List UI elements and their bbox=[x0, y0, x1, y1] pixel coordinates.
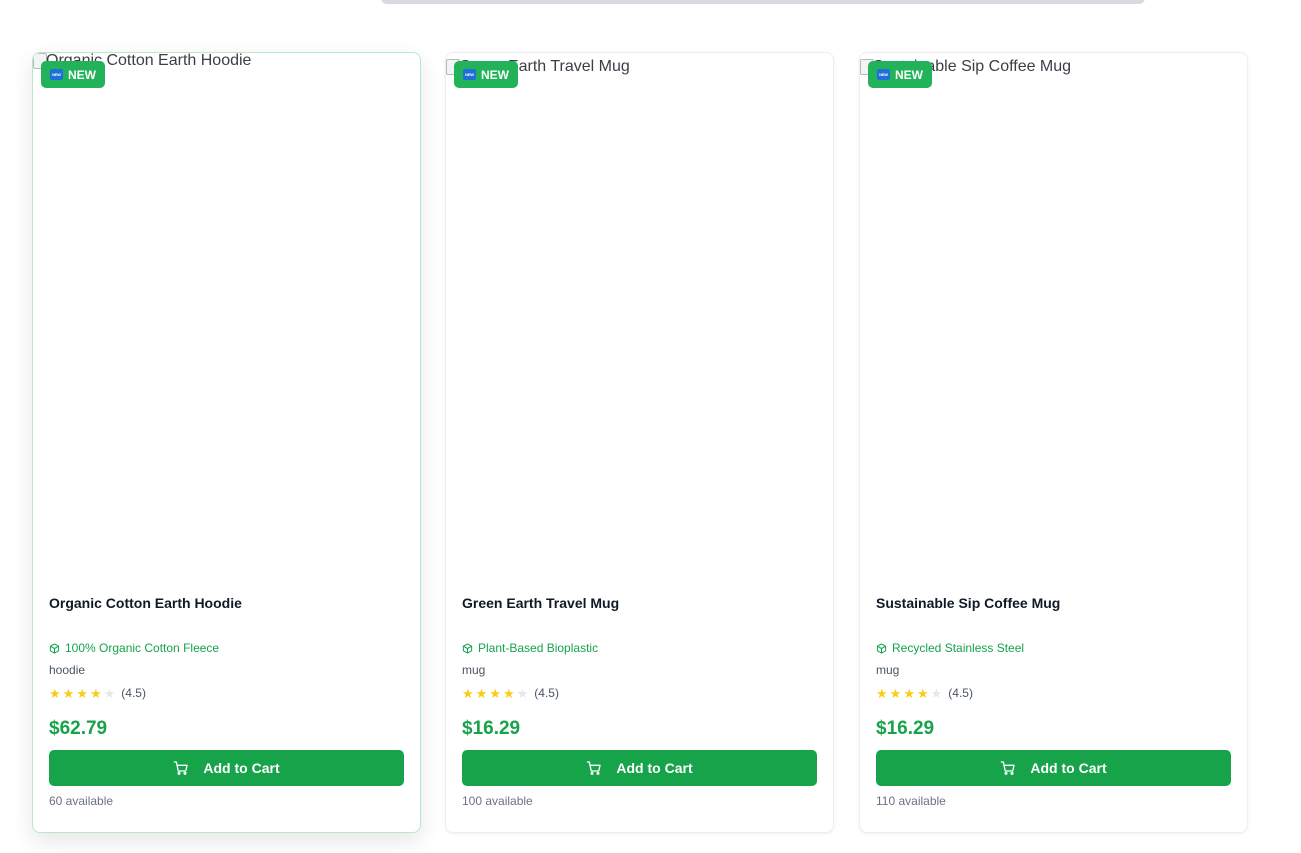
material-label: 100% Organic Cotton Fleece bbox=[65, 641, 220, 655]
product-image[interactable]: Green Earth Travel Mug NEW NEW bbox=[446, 53, 833, 583]
new-emoji-icon: NEW bbox=[50, 69, 63, 80]
stock-count: 60 available bbox=[49, 794, 114, 808]
product-title[interactable]: Green Earth Travel Mug bbox=[462, 594, 817, 612]
rating-value: (4.5) bbox=[121, 686, 146, 700]
material-label: Recycled Stainless Steel bbox=[892, 641, 1025, 655]
product-category: hoodie bbox=[49, 663, 86, 677]
star-icon: ★ bbox=[462, 685, 474, 701]
cart-icon bbox=[174, 761, 189, 775]
stock-count: 100 available bbox=[462, 794, 533, 808]
product-card[interactable]: Sustainable Sip Coffee Mug NEW NEW Susta… bbox=[859, 52, 1248, 833]
rating: ★ ★ ★ ★ ★ (4.5) bbox=[49, 686, 404, 700]
star-icon: ★ bbox=[489, 685, 501, 701]
product-image[interactable]: Sustainable Sip Coffee Mug NEW NEW bbox=[860, 53, 1247, 583]
star-icon: ★ bbox=[916, 685, 929, 701]
product-price: $16.29 bbox=[876, 718, 935, 739]
star-icon: ★ bbox=[502, 685, 515, 701]
product-price: $62.79 bbox=[49, 718, 108, 739]
add-to-cart-button[interactable]: Add to Cart bbox=[876, 750, 1231, 786]
box-icon bbox=[876, 642, 887, 654]
product-card[interactable]: Green Earth Travel Mug NEW NEW Green Ear… bbox=[445, 52, 834, 833]
star-icon: ★ bbox=[889, 685, 902, 701]
cart-icon bbox=[587, 761, 602, 775]
add-to-cart-button[interactable]: Add to Cart bbox=[49, 750, 404, 786]
new-badge: NEW NEW bbox=[454, 61, 518, 88]
stock-count: 110 available bbox=[876, 794, 946, 808]
rating-value: (4.5) bbox=[534, 686, 559, 700]
product-title[interactable]: Organic Cotton Earth Hoodie bbox=[49, 594, 404, 612]
add-to-cart-button[interactable]: Add to Cart bbox=[462, 750, 817, 786]
new-emoji-icon: NEW bbox=[463, 69, 476, 80]
new-badge: NEW NEW bbox=[868, 61, 932, 88]
material-line: Plant-Based Bioplastic bbox=[462, 641, 817, 655]
star-icon: ★ bbox=[475, 685, 488, 701]
box-icon bbox=[462, 642, 473, 654]
star-empty-icon: ★ bbox=[930, 685, 943, 701]
star-icon: ★ bbox=[62, 685, 75, 701]
cart-icon bbox=[1001, 761, 1016, 775]
product-category: mug bbox=[462, 663, 486, 677]
search-bar-edge bbox=[381, 0, 1145, 4]
material-line: 100% Organic Cotton Fleece bbox=[49, 641, 404, 655]
star-empty-icon: ★ bbox=[516, 685, 529, 701]
add-to-cart-label: Add to Cart bbox=[1030, 760, 1107, 776]
star-icon: ★ bbox=[76, 685, 88, 701]
add-to-cart-label: Add to Cart bbox=[616, 760, 693, 776]
badge-label: NEW bbox=[68, 67, 96, 82]
box-icon bbox=[49, 642, 60, 654]
badge-label: NEW bbox=[481, 67, 509, 82]
star-icon: ★ bbox=[49, 685, 61, 701]
material-line: Recycled Stainless Steel bbox=[876, 641, 1231, 655]
product-price: $16.29 bbox=[462, 718, 521, 739]
star-icon: ★ bbox=[876, 685, 888, 701]
badge-label: NEW bbox=[895, 67, 923, 82]
product-card[interactable]: Organic Cotton Earth Hoodie NEW NEW Orga… bbox=[32, 52, 421, 833]
material-label: Plant-Based Bioplastic bbox=[478, 641, 599, 655]
new-emoji-icon: NEW bbox=[877, 69, 890, 80]
product-category: mug bbox=[876, 663, 900, 677]
star-empty-icon: ★ bbox=[103, 685, 116, 701]
rating: ★ ★ ★ ★ ★ (4.5) bbox=[462, 686, 817, 700]
star-icon: ★ bbox=[89, 685, 102, 701]
add-to-cart-label: Add to Cart bbox=[203, 760, 280, 776]
star-icon: ★ bbox=[903, 685, 915, 701]
rating-value: (4.5) bbox=[948, 686, 973, 700]
product-image[interactable]: Organic Cotton Earth Hoodie NEW NEW bbox=[33, 53, 420, 583]
new-badge: NEW NEW bbox=[41, 61, 105, 88]
product-title[interactable]: Sustainable Sip Coffee Mug bbox=[876, 594, 1231, 612]
rating: ★ ★ ★ ★ ★ (4.5) bbox=[876, 686, 1231, 700]
